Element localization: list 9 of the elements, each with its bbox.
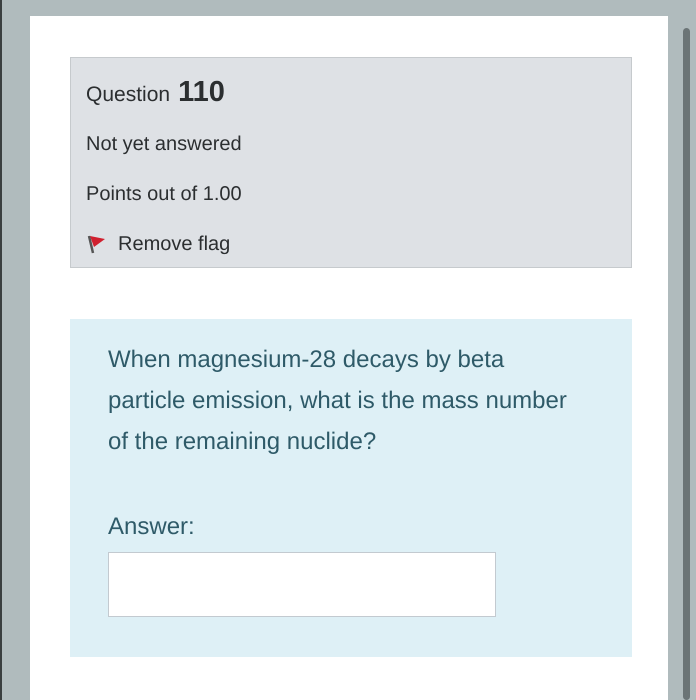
points-text: Points out of 1.00 bbox=[86, 182, 243, 207]
answer-status: Not yet answered bbox=[86, 132, 243, 157]
question-label: Question bbox=[86, 83, 170, 107]
flag-link[interactable]: Remove flag bbox=[86, 226, 631, 262]
answer-label: Answer: bbox=[108, 512, 196, 542]
scrollbar[interactable] bbox=[683, 28, 690, 700]
question-text: When magnesium-28 decays by beta particle emission, what is the mass number of the remaining nuclide? bbox=[108, 345, 568, 457]
question-number: 110 bbox=[178, 76, 225, 109]
answer-field[interactable] bbox=[108, 552, 496, 617]
